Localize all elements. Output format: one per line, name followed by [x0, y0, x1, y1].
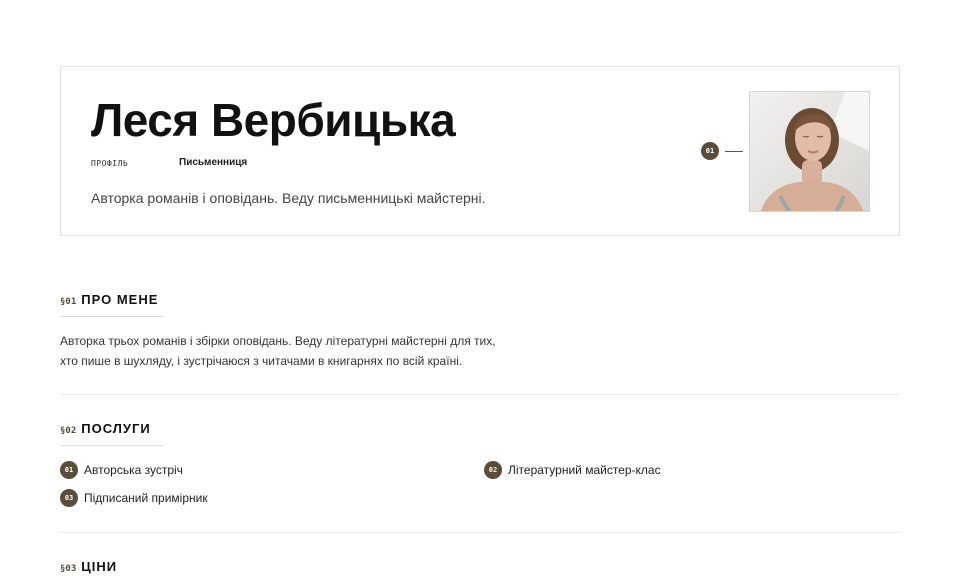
section-title: ПРО МЕНЕ [81, 292, 159, 307]
section-divider [60, 532, 900, 533]
section-about: §01 ПРО МЕНЕ Авторка трьох романів і збі… [60, 292, 900, 371]
photo-marker-line [725, 150, 743, 152]
about-text: Авторка трьох романів і збірки оповідань… [60, 331, 520, 371]
service-item: 01 Авторська зустріч [60, 461, 183, 479]
service-label: Підписаний примірник [84, 491, 208, 505]
about-line-2: хто пише в шухляду, і зустрічаюся з чита… [60, 354, 463, 368]
section-services: §02 ПОСЛУГИ 01 Авторська зустріч 02 Літе… [60, 421, 900, 521]
service-label: Літературний майстер-клас [508, 463, 661, 477]
profile-card: Леся Вербицька ПРОФІЛЬ Письменниця Автор… [60, 66, 900, 236]
profile-meta-label: ПРОФІЛЬ [91, 159, 129, 168]
section-prices: §03 ЦІНИ [60, 559, 900, 574]
section-about-heading: §01 ПРО МЕНЕ [60, 292, 900, 307]
section-title: ПОСЛУГИ [81, 421, 151, 436]
about-line-1: Авторка трьох романів і збірки оповідань… [60, 334, 496, 348]
section-services-heading: §02 ПОСЛУГИ [60, 421, 900, 436]
section-title: ЦІНИ [81, 559, 118, 574]
service-number-badge: 01 [60, 461, 78, 479]
profile-tagline: Авторка романів і оповідань. Веду письме… [91, 190, 486, 206]
section-prices-heading: §03 ЦІНИ [60, 559, 900, 574]
service-number-badge: 02 [484, 461, 502, 479]
section-underline [60, 316, 164, 317]
service-number-badge: 03 [60, 489, 78, 507]
services-list: 01 Авторська зустріч 02 Літературний май… [60, 461, 900, 521]
section-number: §03 [60, 564, 77, 574]
photo-marker-badge: 01 [701, 142, 719, 160]
photo-marker: 01 [701, 142, 743, 160]
profile-meta-value: Письменниця [179, 157, 248, 168]
portrait-image [750, 92, 869, 211]
page: Леся Вербицька ПРОФІЛЬ Письменниця Автор… [60, 0, 900, 576]
service-label: Авторська зустріч [84, 463, 183, 477]
profile-name: Леся Вербицька [91, 94, 456, 146]
service-item: 03 Підписаний примірник [60, 489, 208, 507]
section-number: §02 [60, 426, 77, 436]
section-number: §01 [60, 297, 77, 307]
section-underline [60, 445, 164, 446]
profile-photo [749, 91, 870, 212]
section-divider [60, 394, 900, 395]
service-item: 02 Літературний майстер-клас [484, 461, 661, 479]
